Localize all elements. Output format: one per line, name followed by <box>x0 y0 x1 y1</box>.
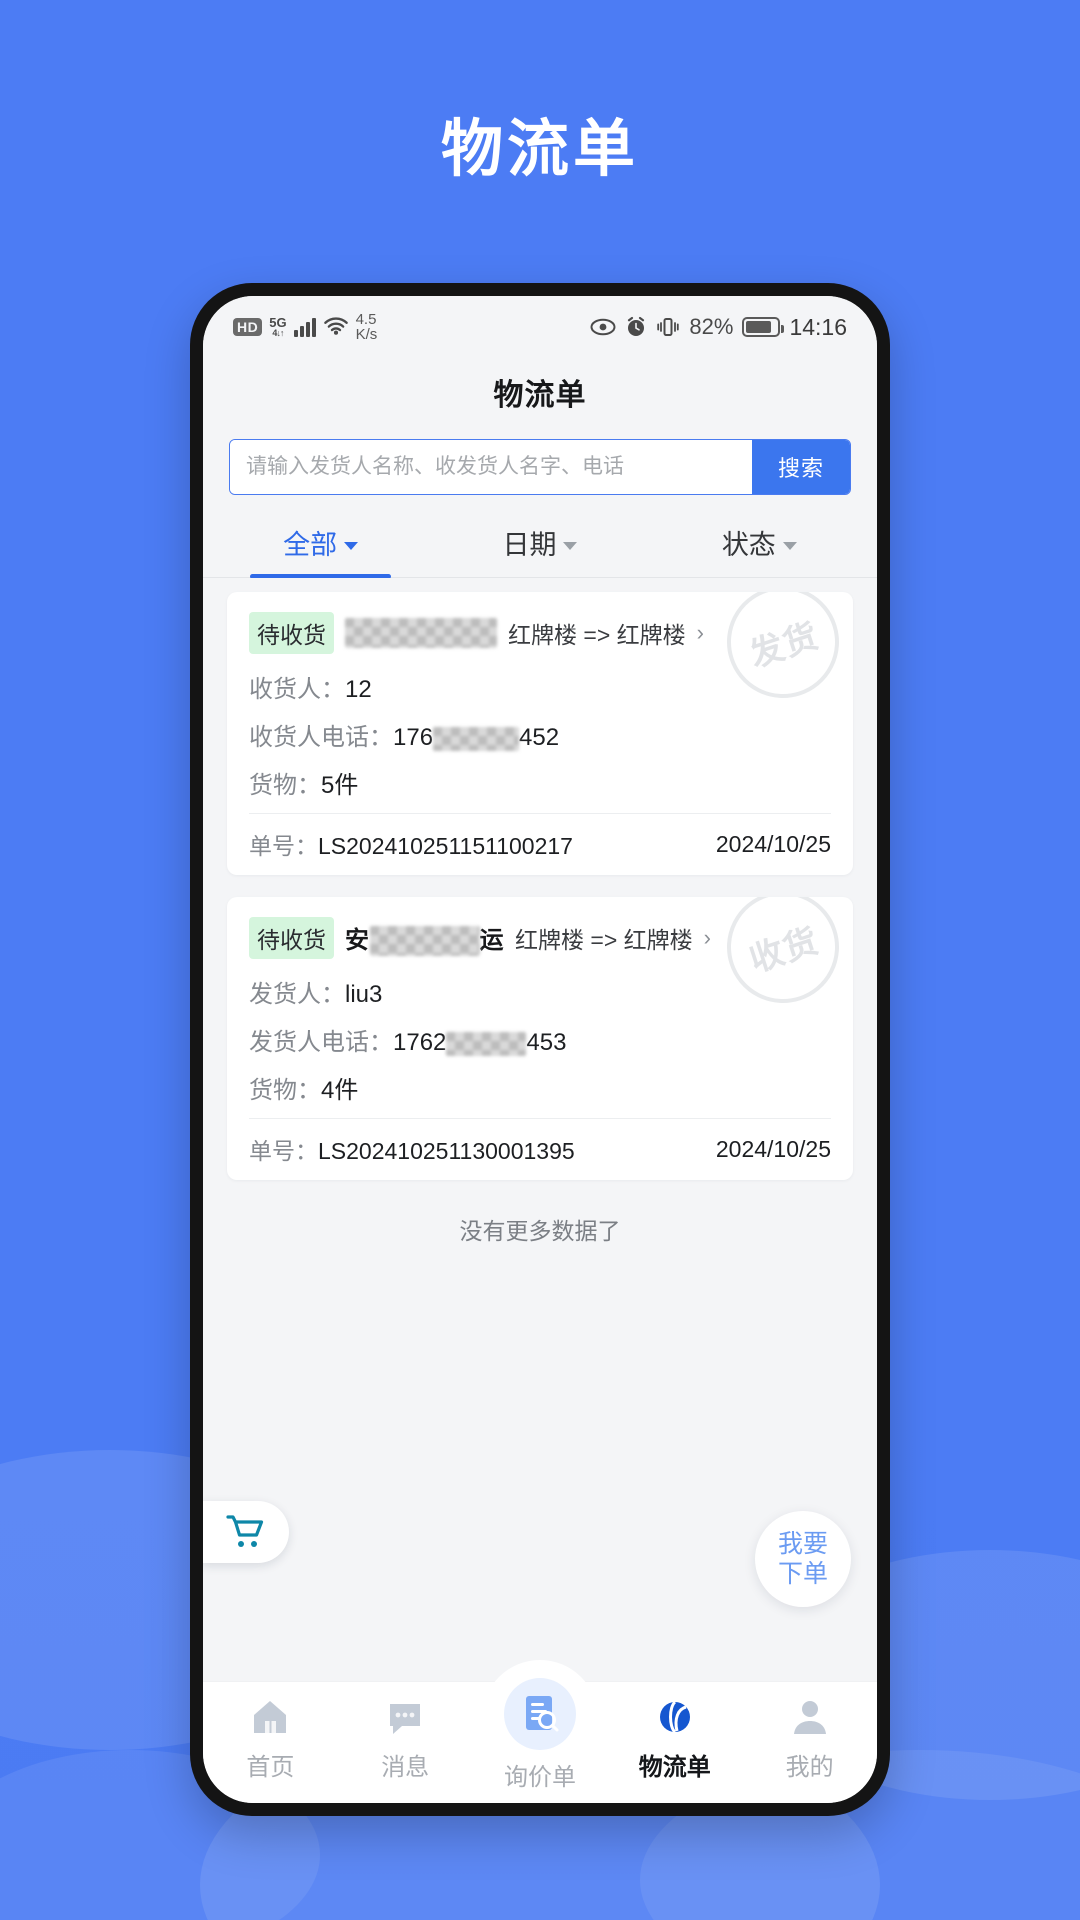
clock-label: 14:16 <box>789 313 847 340</box>
vibrate-icon <box>657 318 680 336</box>
order-card-footer: 单号：LS202410251130001395 2024/10/25 <box>249 1118 831 1180</box>
page-title: 物流单 <box>440 115 639 184</box>
nav-item-inquiry-label: 询价单 <box>503 1764 576 1791</box>
nav-item-messages-label: 消息 <box>381 1754 430 1781</box>
hd-icon: HD <box>233 318 263 336</box>
app-bar: 物流单 <box>203 358 877 426</box>
company-name: 安运 <box>345 920 504 957</box>
order-date: 2024/10/25 <box>715 830 831 857</box>
field-value: 12 <box>345 676 372 703</box>
field-value: 176 <box>393 724 434 751</box>
field-label: 货物： <box>249 1077 321 1104</box>
route-label: 红牌楼 => 红牌楼 <box>515 927 693 953</box>
tab-status-label: 状态 <box>721 530 776 560</box>
order-field-row: 货物：5件 <box>249 765 831 800</box>
field-label: 收货人： <box>249 676 345 703</box>
chevron-down-icon <box>563 541 578 550</box>
status-bar-left: HD 5G 4↓↑ 4.5 K/s <box>233 312 377 342</box>
order-date: 2024/10/25 <box>715 1135 831 1162</box>
cart-fab-button[interactable] <box>203 1501 289 1563</box>
route-label: 红牌楼 => 红牌楼 <box>508 622 686 648</box>
chevron-down-icon <box>782 541 797 550</box>
order-field-row: 发货人：liu3 <box>249 974 831 1009</box>
place-order-fab-button[interactable]: 我要 下单 <box>755 1511 851 1607</box>
home-icon <box>247 1694 293 1740</box>
order-field-row: 收货人：12 <box>249 669 831 704</box>
person-icon <box>787 1694 833 1740</box>
network-type-icon: 5G 4↓↑ <box>269 315 287 338</box>
search-input[interactable] <box>230 440 752 494</box>
phone-screen: HD 5G 4↓↑ 4.5 K/s 82% 14:16 物流单 请输入发货人名称… <box>203 296 877 1803</box>
redacted-phone-digits <box>446 1031 527 1056</box>
redacted-phone-digits <box>433 726 520 751</box>
order-number: 单号：LS202410251130001395 <box>249 1138 575 1164</box>
phone-mockup-frame: HD 5G 4↓↑ 4.5 K/s 82% 14:16 物流单 请输入发货人名称… <box>190 283 890 1816</box>
nav-item-home-label: 首页 <box>246 1754 295 1781</box>
nav-item-inquiry[interactable]: 询价单 <box>473 1678 608 1792</box>
field-label: 发货人： <box>249 981 345 1008</box>
network-speed-indicator: 4.5 K/s <box>355 311 378 343</box>
place-order-line2: 下单 <box>777 1560 828 1588</box>
field-value: 1762 <box>393 1029 447 1056</box>
order-card[interactable]: 发货 待收货 红牌楼 => 红牌楼 › 收货人：12 收货人电话：176 452 … <box>227 592 853 875</box>
wifi-icon <box>323 317 348 335</box>
signal-bars-icon <box>293 317 316 337</box>
status-badge: 待收货 <box>249 917 334 959</box>
nav-item-logistics-label: 物流单 <box>638 1754 711 1781</box>
field-label: 货物： <box>249 772 321 799</box>
redacted-company-name <box>345 618 497 648</box>
globe-icon <box>652 1694 698 1740</box>
chat-bubble-icon <box>382 1694 428 1740</box>
status-bar-right: 82% 14:16 <box>590 314 847 341</box>
field-value-tail: 452 <box>519 724 560 751</box>
nav-item-home[interactable]: 首页 <box>203 1694 338 1782</box>
order-list[interactable]: 发货 待收货 红牌楼 => 红牌楼 › 收货人：12 收货人电话：176 452 … <box>203 578 877 1681</box>
battery-icon <box>742 317 785 337</box>
company-name <box>345 618 497 648</box>
order-card-header[interactable]: 待收货 红牌楼 => 红牌楼 › <box>249 612 831 654</box>
list-end-message: 没有更多数据了 <box>459 1218 621 1244</box>
order-card-footer: 单号：LS202410251151100217 2024/10/25 <box>249 813 831 875</box>
order-card[interactable]: 收货 待收货 安运 红牌楼 => 红牌楼 › 发货人：liu3 发货人电话：17… <box>227 897 853 1180</box>
tab-all[interactable]: 全部 <box>211 508 430 579</box>
order-field-row: 发货人电话：1762 453 <box>249 1022 831 1057</box>
order-field-row: 货物：4件 <box>249 1070 831 1105</box>
filter-tab-bar: 全部 日期 状态 <box>203 508 877 579</box>
redacted-company-name <box>369 926 480 957</box>
battery-percent-label: 82% <box>689 314 734 339</box>
eye-icon <box>590 318 616 336</box>
alarm-icon <box>628 316 645 336</box>
order-field-row: 收货人电话：176 452 <box>249 717 831 752</box>
field-value-tail: 453 <box>526 1029 567 1056</box>
status-badge: 待收货 <box>249 612 334 654</box>
field-label: 收货人电话： <box>249 724 393 751</box>
place-order-line1: 我要 <box>777 1529 828 1558</box>
search-row: 搜索 <box>203 426 877 508</box>
chevron-right-icon: › <box>696 620 704 645</box>
shopping-cart-icon <box>226 1515 264 1547</box>
order-card-header[interactable]: 待收货 安运 红牌楼 => 红牌楼 › <box>249 917 831 959</box>
field-value: liu3 <box>345 981 383 1008</box>
nav-item-logistics[interactable]: 物流单 <box>607 1694 742 1782</box>
tab-status[interactable]: 状态 <box>650 508 869 577</box>
field-value: 4件 <box>321 1077 359 1104</box>
order-number: 单号：LS202410251151100217 <box>249 833 573 859</box>
chevron-right-icon: › <box>703 925 711 950</box>
tab-date-label: 日期 <box>502 530 557 560</box>
app-bar-title: 物流单 <box>493 379 587 412</box>
document-search-icon <box>503 1678 576 1750</box>
chevron-down-icon <box>344 541 359 550</box>
nav-item-profile[interactable]: 我的 <box>742 1694 877 1782</box>
field-label: 发货人电话： <box>249 1029 393 1056</box>
search-field-wrapper: 搜索 <box>229 439 851 495</box>
nav-item-profile-label: 我的 <box>785 1754 834 1781</box>
nav-item-messages[interactable]: 消息 <box>338 1694 473 1782</box>
search-button[interactable]: 搜索 <box>752 440 850 494</box>
bottom-navigation-bar: 首页 消息 询价单 物流单 我的 <box>203 1660 877 1803</box>
tab-all-label: 全部 <box>283 530 338 560</box>
field-value: 5件 <box>321 772 359 799</box>
tab-date[interactable]: 日期 <box>430 508 649 577</box>
status-bar: HD 5G 4↓↑ 4.5 K/s 82% 14:16 <box>203 296 877 358</box>
